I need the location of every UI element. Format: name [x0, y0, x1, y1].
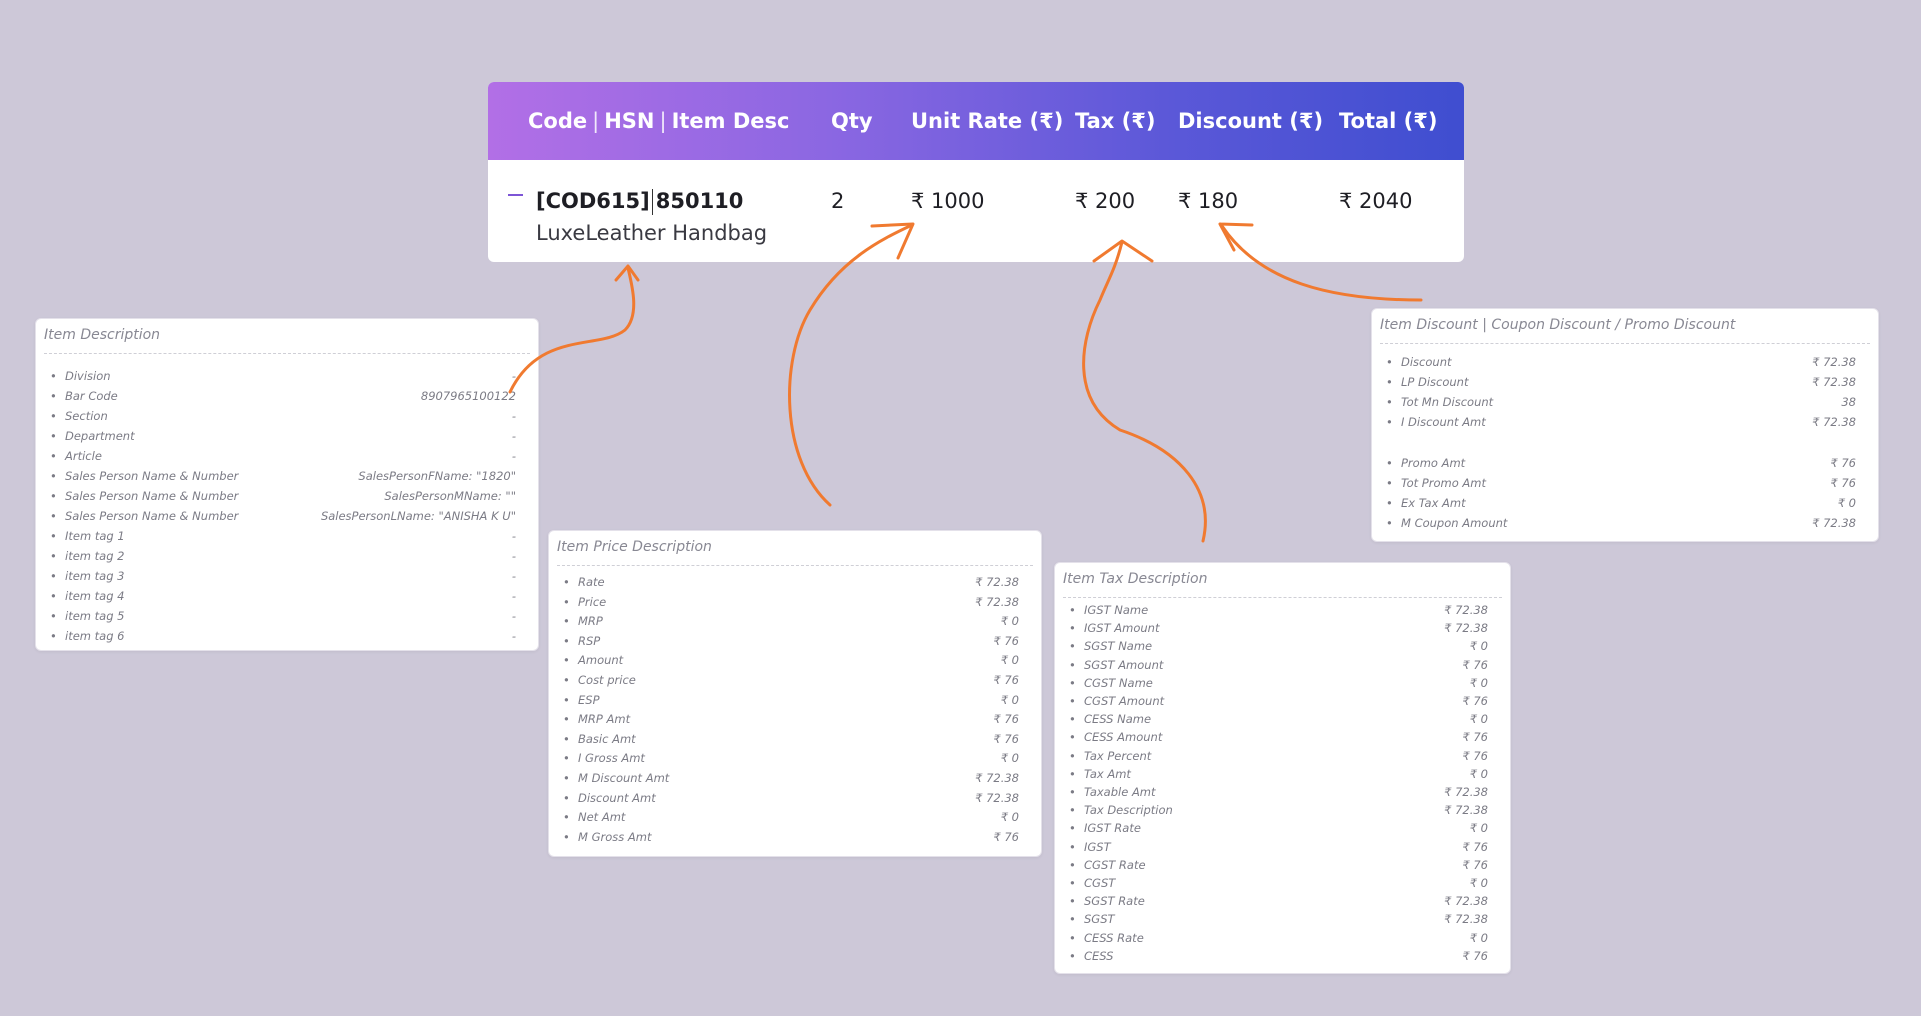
- arrow-item-description: [508, 266, 636, 394]
- arrowhead-item-description: [614, 264, 640, 282]
- arrow-tax: [1082, 240, 1207, 543]
- arrow-price: [788, 223, 914, 507]
- annotation-arrows: [508, 222, 1423, 543]
- arrow-discount: [1220, 224, 1423, 302]
